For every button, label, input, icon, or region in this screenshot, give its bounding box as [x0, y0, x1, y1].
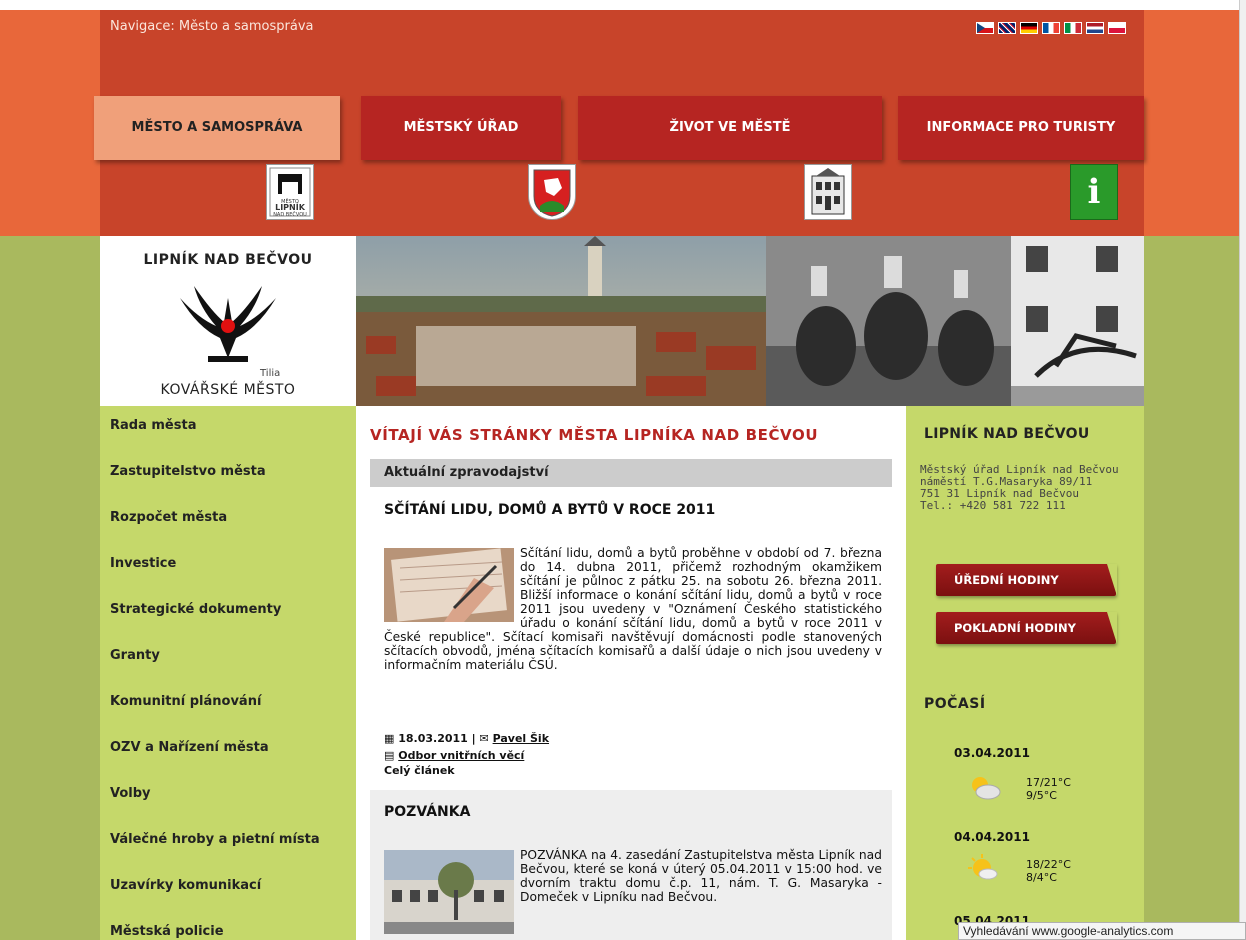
pl-flag-icon[interactable]: [1108, 22, 1126, 34]
de-flag-icon[interactable]: [1020, 22, 1038, 34]
logo-subtitle: KOVÁŘSKÉ MĚSTO: [160, 382, 296, 398]
cz-flag-icon[interactable]: [976, 22, 994, 34]
sidebar-item-ozv[interactable]: OZV a Nařízení města: [100, 728, 356, 774]
article-dept: ▤ Odbor vnitřních věcí: [384, 749, 524, 762]
header-banner: [356, 236, 1144, 406]
thumbnail-spacer: [384, 848, 520, 928]
weather-night-1: 9/5°C: [1026, 789, 1057, 802]
read-more-link[interactable]: Celý článek: [384, 764, 455, 777]
article-meta: ▦ 18.03.2011 | ✉ Pavel Šik: [384, 732, 550, 745]
weather-date-2: 04.04.2011: [954, 830, 1030, 844]
it-flag-icon[interactable]: [1064, 22, 1082, 34]
article-date: 18.03.2011: [398, 732, 468, 745]
nl-flag-icon[interactable]: [1086, 22, 1104, 34]
article-2-title[interactable]: POZVÁNKA: [384, 804, 470, 820]
news-header: Aktuální zpravodajství: [370, 459, 892, 487]
thumbnail-spacer: [384, 546, 520, 622]
weather-title: POČASÍ: [924, 696, 986, 712]
weather-day-2: 18/22°C: [1026, 858, 1071, 871]
sidebar-item-rozpocet[interactable]: Rozpočet města: [100, 498, 356, 544]
document-icon: ▤: [384, 749, 395, 762]
article-2-body: POZVÁNKA na 4. zasedání Zastupitelstva m…: [384, 848, 882, 928]
main-content: VÍTAJÍ VÁS STRÁNKY MĚSTA LIPNÍKA NAD BEČ…: [356, 406, 906, 940]
contact-address: Městský úřad Lipník nad Bečvou náměstí T…: [920, 464, 1120, 512]
weather-day-1: 17/21°C: [1026, 776, 1071, 789]
partly-cloudy-icon: [972, 777, 1001, 800]
sidebar-item-zastupitelstvo[interactable]: Zastupitelstvo města: [100, 452, 356, 498]
logo-tree-label: Tilia: [260, 368, 281, 379]
article-title[interactable]: SČÍTÁNÍ LIDU, DOMŮ A BYTŮ V ROCE 2011: [384, 502, 715, 518]
status-bar: Vyhledávání www.google-analytics.com: [958, 922, 1246, 940]
top-border: [0, 0, 1246, 10]
menu-item-zivot[interactable]: ŽIVOT VE MĚSTĚ: [578, 96, 882, 160]
menu-item-turiste[interactable]: INFORMACE PRO TURISTY: [898, 96, 1144, 160]
mail-icon: ✉: [479, 732, 489, 745]
address-line-4: Tel.: +420 581 722 111: [920, 499, 1066, 512]
cashier-hours-button[interactable]: POKLADNÍ HODINY: [936, 612, 1117, 644]
sidebar-item-mestska-policie[interactable]: Městská policie: [100, 912, 356, 940]
weather-temps-2: 18/22°C 8/4°C: [1026, 858, 1071, 884]
calendar-icon: ▦: [384, 732, 395, 745]
department-link[interactable]: Odbor vnitřních věcí: [398, 749, 524, 762]
town-logo-icon[interactable]: MĚSTO LIPNÍK NAD BEČVOU: [266, 164, 314, 220]
scrollbar[interactable]: [1239, 0, 1246, 940]
breadcrumb: Navigace: Město a samospráva: [100, 10, 1144, 44]
sidebar-item-investice[interactable]: Investice: [100, 544, 356, 590]
sidebar-item-valecne-hroby[interactable]: Válečné hroby a pietní místa: [100, 820, 356, 866]
article-2-text: POZVÁNKA na 4. zasedání Zastupitelstva m…: [520, 848, 882, 904]
welcome-heading: VÍTAJÍ VÁS STRÁNKY MĚSTA LIPNÍKA NAD BEČ…: [370, 426, 819, 444]
right-title: LIPNÍK NAD BEČVOU: [924, 426, 1090, 442]
weather-temps-1: 17/21°C 9/5°C: [1026, 776, 1071, 802]
town-hall-icon[interactable]: [804, 164, 852, 220]
uk-flag-icon[interactable]: [998, 22, 1016, 34]
weather-night-2: 8/4°C: [1026, 871, 1057, 884]
sidebar-item-strategicke-dokumenty[interactable]: Strategické dokumenty: [100, 590, 356, 636]
logo-title: LIPNÍK NAD BEČVOU: [143, 252, 313, 268]
site-logo[interactable]: LIPNÍK NAD BEČVOU Tilia KOVÁŘSKÉ MĚSTO: [100, 236, 356, 406]
info-icon[interactable]: i: [1070, 164, 1118, 220]
sidebar-item-uzavirky[interactable]: Uzavírky komunikací: [100, 866, 356, 912]
weather-date-1: 03.04.2011: [954, 746, 1030, 760]
menu-item-urad[interactable]: MĚSTSKÝ ÚŘAD: [361, 96, 561, 160]
article-body: Sčítání lidu, domů a bytů proběhne v obd…: [384, 546, 882, 672]
sidebar-item-granty[interactable]: Granty: [100, 636, 356, 682]
sun-cloud-icon: [968, 854, 998, 880]
menu-item-mesto[interactable]: MĚSTO A SAMOSPRÁVA: [94, 96, 340, 160]
office-hours-button[interactable]: ÚŘEDNÍ HODINY: [936, 564, 1117, 596]
article-author-link[interactable]: Pavel Šik: [493, 732, 549, 745]
fr-flag-icon[interactable]: [1042, 22, 1060, 34]
breadcrumb-text: Navigace: Město a samospráva: [110, 19, 314, 34]
right-sidebar: LIPNÍK NAD BEČVOU Městský úřad Lipník na…: [906, 406, 1144, 940]
sidebar-item-rada[interactable]: Rada města: [100, 406, 356, 452]
sidebar-item-komunitni-planovani[interactable]: Komunitní plánování: [100, 682, 356, 728]
tree-emblem-icon: [180, 286, 276, 362]
coat-of-arms-icon[interactable]: [528, 164, 576, 220]
language-flags: [976, 22, 1126, 34]
info-glyph: i: [1087, 172, 1101, 212]
sidebar: Rada města Zastupitelstvo města Rozpočet…: [100, 406, 356, 940]
sidebar-item-volby[interactable]: Volby: [100, 774, 356, 820]
